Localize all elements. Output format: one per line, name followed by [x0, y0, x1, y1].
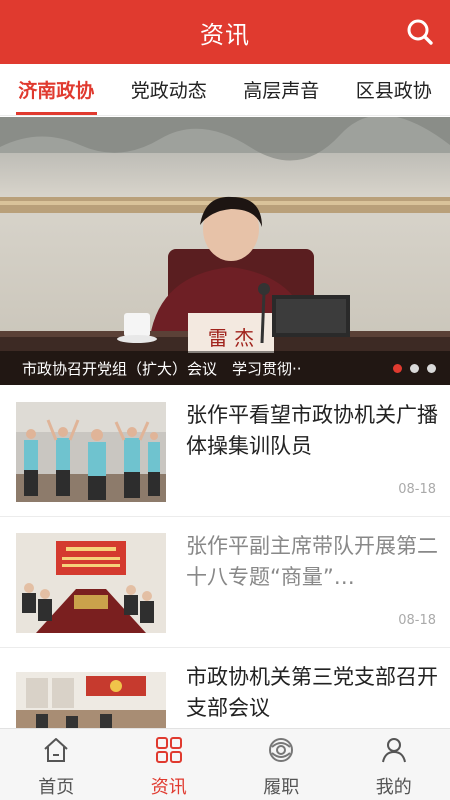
list-item[interactable]: 张作平看望市政协机关广播体操集训队员 08-18	[0, 386, 450, 517]
bottom-nav: 首页 资讯 履职 我的	[0, 728, 450, 800]
banner-photo: 雷 杰	[0, 117, 450, 385]
home-icon	[41, 735, 71, 769]
nav-duty[interactable]: 履职	[225, 729, 338, 800]
news-title: 市政协机关第三党支部召开支部会议	[186, 665, 438, 720]
banner-caption-bar: 市政协召开党组（扩大）会议 学习贯彻··	[0, 351, 450, 385]
banner-caption: 市政协召开党组（扩大）会议 学习贯彻··	[22, 359, 302, 378]
banner-carousel[interactable]: 雷 杰 市政协召开党组（扩大）会议 学习贯彻··	[0, 117, 450, 385]
carousel-dot[interactable]	[410, 363, 419, 373]
user-icon	[379, 735, 409, 769]
carousel-dot[interactable]	[393, 363, 402, 373]
tab-district-cppcc[interactable]: 区县政协	[338, 64, 450, 115]
tab-jinan-cppcc[interactable]: 济南政协	[0, 64, 113, 115]
page-title: 资讯	[200, 20, 250, 49]
carousel-indicator	[393, 363, 436, 373]
tab-leadership-voice[interactable]: 高层声音	[225, 64, 338, 115]
news-title: 张作平副主席带队开展第二十八专题“商量”…	[186, 534, 438, 589]
swirl-icon	[266, 735, 296, 769]
tab-party-news[interactable]: 党政动态	[113, 64, 226, 115]
nav-home[interactable]: 首页	[0, 729, 113, 800]
grid-icon	[154, 735, 184, 769]
list-item[interactable]: 张作平副主席带队开展第二十八专题“商量”… 08-18	[0, 517, 450, 648]
news-date: 08-18	[398, 482, 436, 497]
news-date: 08-18	[398, 613, 436, 628]
carousel-dot[interactable]	[427, 363, 436, 373]
nav-label: 资讯	[150, 777, 187, 798]
nav-label: 履职	[263, 777, 300, 798]
nameplate-text: 雷 杰	[208, 326, 254, 350]
nav-news[interactable]: 资讯	[113, 729, 226, 800]
news-title: 张作平看望市政协机关广播体操集训队员	[186, 403, 438, 458]
news-thumbnail	[16, 402, 166, 502]
news-thumbnail	[16, 533, 166, 633]
search-icon[interactable]	[404, 16, 436, 48]
nav-label: 我的	[375, 777, 412, 798]
top-bar: 资讯	[0, 0, 450, 64]
nav-label: 首页	[38, 777, 75, 798]
category-tabs: 济南政协 党政动态 高层声音 区县政协	[0, 64, 450, 116]
nav-mine[interactable]: 我的	[338, 729, 450, 800]
